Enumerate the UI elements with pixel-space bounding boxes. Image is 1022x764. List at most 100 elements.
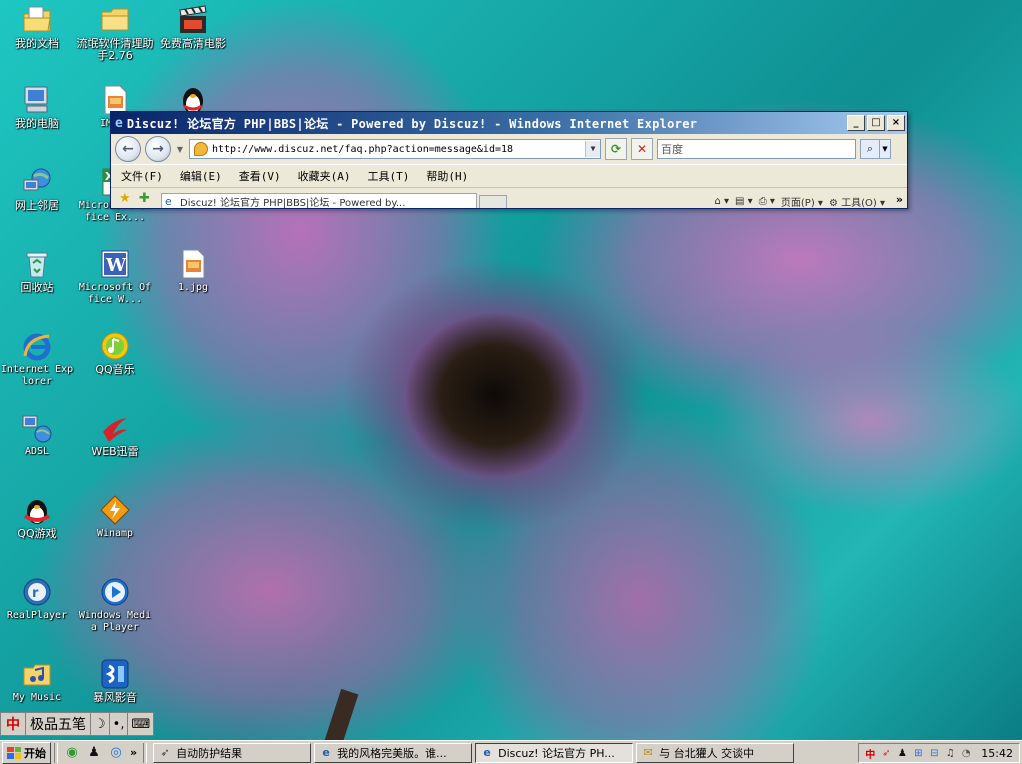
search-options-dropdown[interactable]: ▼ — [880, 139, 891, 159]
tray-ime-icon[interactable]: 中 — [863, 746, 877, 761]
desktop-icon-1-jpg[interactable]: 1.jpg — [154, 248, 232, 294]
ime-name[interactable]: 极品五笔 — [26, 713, 91, 735]
desktop-icon-free-hd-movies[interactable]: 免费高清电影 — [154, 4, 232, 50]
desktop-icon-word[interactable]: W Microsoft Office W... — [76, 248, 154, 306]
my-computer-icon — [21, 84, 53, 116]
desktop-icon-web-thunder[interactable]: WEB迅雷 — [76, 412, 154, 458]
my-music-icon — [21, 658, 53, 690]
desktop-icon-internet-explorer[interactable]: Internet Explorer — [0, 330, 76, 388]
desktop-icon-label: WEB迅雷 — [91, 445, 139, 458]
menu-favorites[interactable]: 收藏夹(A) — [298, 168, 351, 184]
tray-settings-icon[interactable]: ◔ — [959, 746, 973, 760]
stop-icon: ✕ — [636, 142, 648, 156]
qq-music-icon — [99, 330, 131, 362]
desktop-icon-label: 我的电脑 — [15, 117, 59, 130]
desktop-icon-network-places[interactable]: 网上邻居 — [0, 166, 76, 212]
shield-task-icon: ➶ — [160, 746, 170, 759]
desktop-icon-my-computer[interactable]: 我的电脑 — [0, 84, 76, 130]
quicklaunch-360-icon[interactable]: ◉ — [63, 744, 81, 762]
menu-file[interactable]: 文件(F) — [121, 168, 163, 184]
desktop-icon-windows-media-player[interactable]: Windows Media Player — [76, 576, 154, 634]
quicklaunch-media-player-icon[interactable]: ◎ — [107, 744, 125, 762]
tray-network-icon[interactable]: ⊞ — [911, 746, 925, 760]
word-icon: W — [99, 248, 131, 280]
ime-logo[interactable]: 中 — [1, 713, 26, 735]
web-thunder-icon — [99, 412, 131, 444]
close-button[interactable]: × — [887, 115, 905, 131]
minimize-button[interactable]: _ — [847, 115, 865, 131]
quicklaunch-more-chevron[interactable]: » — [130, 746, 137, 759]
tab-ie-icon: e — [165, 195, 172, 208]
desktop-icon-label: ADSL — [24, 446, 50, 457]
search-button[interactable]: ⌕ — [860, 139, 880, 159]
search-icon: ⌕ — [866, 142, 874, 155]
back-button[interactable]: ← — [115, 136, 141, 162]
taskbar-clock[interactable]: 15:42 — [981, 747, 1013, 760]
address-url[interactable]: http://www.discuz.net/faq.php?action=mes… — [212, 144, 585, 155]
desktop-icon-label: 网上邻居 — [15, 199, 59, 212]
forward-button[interactable]: → — [145, 136, 171, 162]
desktop-icon-adsl[interactable]: ADSL — [0, 412, 76, 458]
desktop-icon-qq-music[interactable]: QQ音乐 — [76, 330, 154, 376]
desktop-icon-label: 1.jpg — [177, 282, 209, 293]
svg-text:r: r — [32, 586, 39, 601]
menu-view[interactable]: 查看(V) — [239, 168, 281, 184]
menu-tools[interactable]: 工具(T) — [368, 168, 410, 184]
stop-button[interactable]: ✕ — [631, 138, 653, 160]
task-button-style-thread[interactable]: e 我的风格完美版。谁... — [314, 742, 473, 763]
desktop-icon-rogue-software-cleaner[interactable]: 流氓软件清理助手2.76 — [76, 4, 154, 62]
refresh-button[interactable]: ⟳ — [605, 138, 627, 160]
tab-discuz[interactable]: e Discuz! 论坛官方 PHP|BBS|论坛 - Powered by..… — [161, 193, 477, 208]
favorites-center-icon[interactable]: ★ — [119, 192, 133, 206]
quicklaunch-qq-icon[interactable]: ♟ — [85, 744, 103, 762]
task-label: 自动防护结果 — [176, 746, 243, 760]
ie-menu-bar: 文件(F) 编辑(E) 查看(V) 收藏夹(A) 工具(T) 帮助(H) — [111, 164, 907, 188]
menu-help[interactable]: 帮助(H) — [426, 168, 468, 184]
windows-media-player-icon — [99, 576, 131, 608]
task-button-auto-protect[interactable]: ➶ 自动防护结果 — [153, 742, 312, 763]
desktop-icon-baofeng-player[interactable]: 暴风影音 — [76, 658, 154, 704]
system-tray: 中 ➶ ♟ ⊞ ⊟ ♫ ◔ 15:42 — [858, 743, 1020, 763]
desktop-icon-winamp[interactable]: Winamp — [76, 494, 154, 540]
ime-soft-keyboard-icon[interactable]: ⌨ — [128, 713, 153, 735]
ie-title-bar[interactable]: e Discuz! 论坛官方 PHP|BBS|论坛 - Powered by D… — [111, 112, 907, 134]
address-dropdown-button[interactable]: ▼ — [585, 141, 600, 157]
tray-network-2-icon[interactable]: ⊟ — [927, 746, 941, 760]
ime-fullwidth-toggle-icon[interactable]: ☽ — [91, 713, 110, 735]
ime-toolbar[interactable]: 中 极品五笔 ☽ •, ⌨ — [0, 712, 155, 736]
back-arrow-icon: ← — [122, 141, 134, 157]
print-icon[interactable]: ⎙ ▾ — [759, 196, 775, 207]
forward-arrow-icon: → — [152, 141, 164, 157]
desktop-icon-my-documents[interactable]: 我的文档 — [0, 4, 76, 50]
task-button-discuz[interactable]: e Discuz! 论坛官方 PH... — [475, 742, 634, 763]
feeds-icon[interactable]: ▤ ▾ — [735, 196, 753, 207]
desktop-icon-realplayer[interactable]: r RealPlayer — [0, 576, 76, 622]
command-bar: ⌂ ▾ ▤ ▾ ⎙ ▾ 页面(P) ▾ ⚙ 工具(O) ▾ — [715, 194, 886, 209]
desktop-icon-qq-game[interactable]: QQ游戏 — [0, 494, 76, 540]
search-input[interactable]: 百度 — [657, 139, 856, 159]
ie-tab-row: ★ ✚ e Discuz! 论坛官方 PHP|BBS|论坛 - Powered … — [111, 188, 907, 208]
page-menu-button[interactable]: 页面(P) ▾ — [781, 194, 823, 209]
desktop-icon-label: Microsoft Office W... — [78, 282, 152, 305]
tools-menu-button[interactable]: ⚙ 工具(O) ▾ — [829, 194, 885, 209]
adsl-connection-icon — [21, 412, 53, 444]
menu-edit[interactable]: 编辑(E) — [180, 168, 222, 184]
tray-qq-icon[interactable]: ♟ — [895, 746, 909, 760]
home-icon[interactable]: ⌂ ▾ — [715, 196, 730, 207]
add-favorite-icon[interactable]: ✚ — [139, 192, 153, 206]
desktop-icon-recycle-bin[interactable]: 回收站 — [0, 248, 76, 294]
address-bar[interactable]: http://www.discuz.net/faq.php?action=mes… — [189, 139, 601, 159]
ime-punctuation-toggle-icon[interactable]: •, — [110, 713, 129, 735]
tray-thunder-icon[interactable]: ➶ — [879, 746, 893, 760]
ie-task-icon: e — [483, 746, 491, 759]
toolbar-overflow-chevron[interactable]: » — [896, 193, 903, 206]
internet-explorer-window[interactable]: e Discuz! 论坛官方 PHP|BBS|论坛 - Powered by D… — [110, 111, 908, 209]
task-button-chat[interactable]: ✉ 与 台北獾人 交谈中 — [636, 742, 795, 763]
new-tab-button[interactable] — [479, 195, 507, 208]
recent-pages-dropdown[interactable]: ▼ — [175, 145, 185, 154]
desktop-icon-my-music[interactable]: My Music — [0, 658, 76, 704]
maximize-button[interactable]: □ — [867, 115, 885, 131]
tray-volume-icon[interactable]: ♫ — [943, 746, 957, 760]
windows-logo-icon — [7, 746, 21, 759]
start-button[interactable]: 开始 — [2, 741, 51, 764]
